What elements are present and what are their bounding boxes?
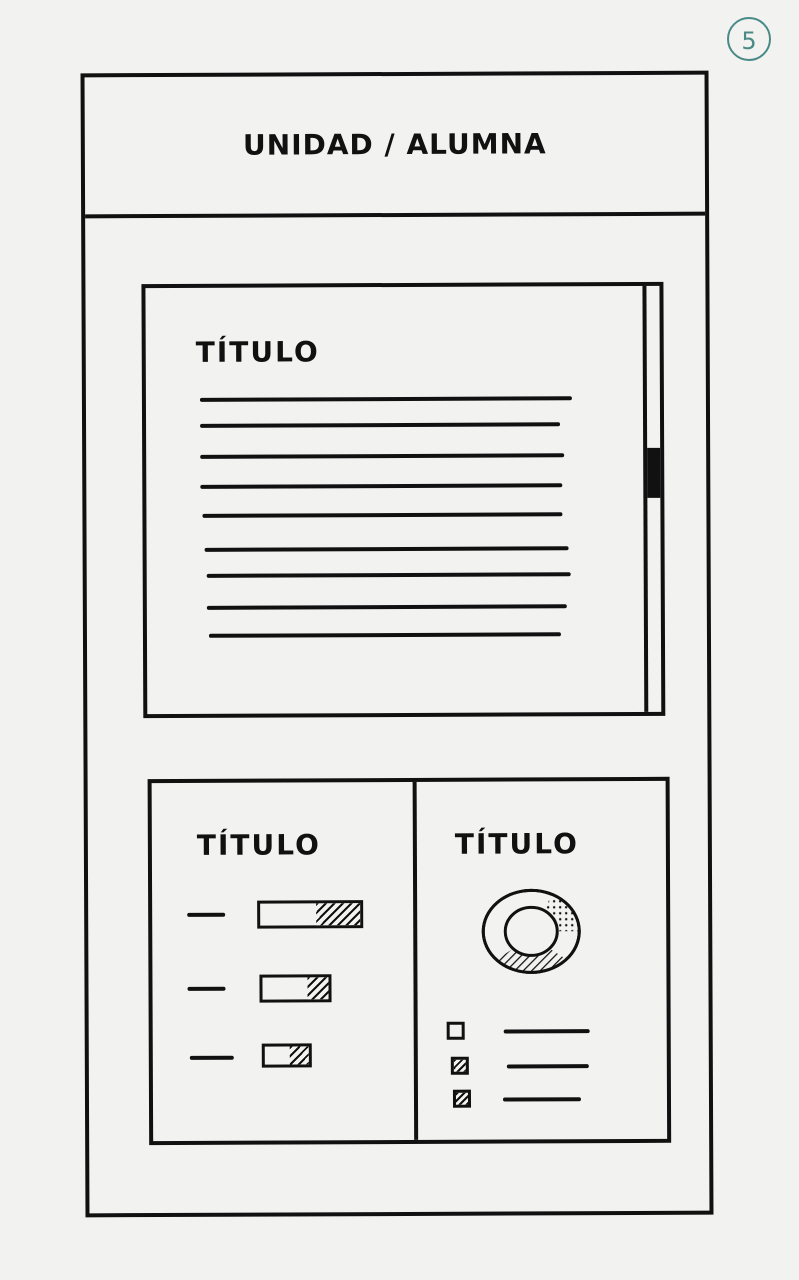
donut-hole xyxy=(503,905,559,957)
text-line xyxy=(200,483,563,489)
bar-row xyxy=(187,900,387,929)
text-line xyxy=(204,546,569,552)
app-header: UNIDAD / ALUMNA xyxy=(84,74,706,219)
legend-swatch xyxy=(446,1021,465,1040)
stats-card: TÍTULO TÍTULO xyxy=(147,776,672,1146)
legend-swatch xyxy=(452,1089,472,1108)
text-line xyxy=(206,604,567,610)
legend-swatch xyxy=(450,1056,469,1075)
legend-label xyxy=(506,1064,589,1069)
text-line xyxy=(200,453,565,459)
bar-row xyxy=(189,1043,390,1072)
legend-item xyxy=(450,1056,651,1079)
header-title: UNIDAD / ALUMNA xyxy=(242,127,547,162)
phone-frame: UNIDAD / ALUMNA TÍTULO TÍTULO TÍTULO xyxy=(80,70,714,1218)
bar-row xyxy=(187,974,387,1003)
progress-bar-fill xyxy=(307,977,329,1000)
main-card-title: TÍTULO xyxy=(195,335,320,369)
text-line xyxy=(200,422,561,428)
text-line xyxy=(206,572,571,578)
legend-item xyxy=(452,1089,653,1112)
bar-label xyxy=(187,986,226,991)
text-line xyxy=(208,632,561,638)
bar-label xyxy=(189,1055,234,1060)
legend-item xyxy=(446,1021,647,1044)
scrollbar[interactable] xyxy=(642,285,662,712)
bar-label xyxy=(187,912,226,917)
bars-panel-title: TÍTULO xyxy=(196,828,321,862)
progress-bar-fill xyxy=(316,903,361,926)
chart-panel-title: TÍTULO xyxy=(454,827,579,861)
donut-chart xyxy=(481,888,581,974)
page-number: 5 xyxy=(727,17,771,61)
scrollbar-thumb[interactable] xyxy=(647,447,661,498)
progress-bar-fill xyxy=(289,1046,309,1065)
progress-bar xyxy=(257,900,364,929)
text-line xyxy=(199,396,572,402)
legend-label xyxy=(503,1029,590,1034)
main-content-card: TÍTULO xyxy=(141,281,666,719)
progress-bar xyxy=(261,1043,312,1068)
chart-panel: TÍTULO xyxy=(417,781,676,1140)
text-line xyxy=(202,512,563,518)
legend-label xyxy=(502,1097,581,1102)
progress-bar xyxy=(259,974,332,1003)
